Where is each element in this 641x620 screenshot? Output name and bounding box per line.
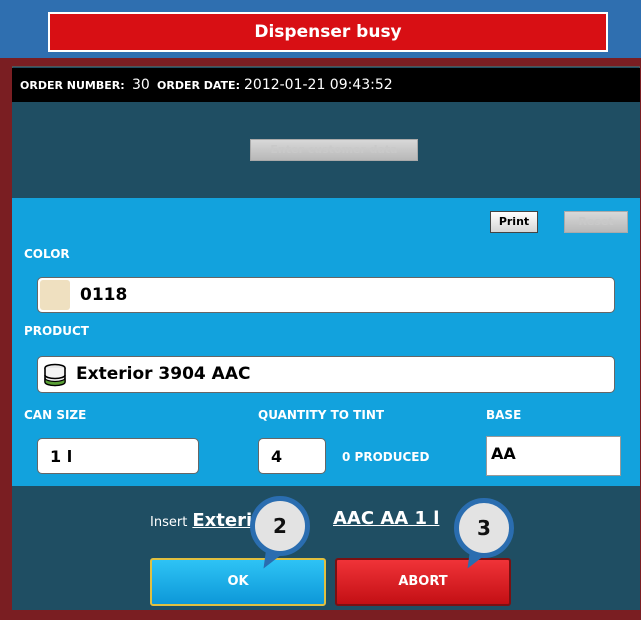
- produced-count: 0 PRODUCED: [342, 450, 430, 464]
- abort-button[interactable]: ABORT: [335, 558, 511, 606]
- base-field[interactable]: AA: [486, 436, 621, 476]
- color-field[interactable]: 0118: [37, 277, 615, 313]
- order-number-label: ORDER NUMBER:: [20, 79, 125, 92]
- can-size-label: CAN SIZE: [24, 408, 87, 422]
- product-label: PRODUCT: [24, 324, 89, 338]
- instruction-product-part2-wrap: AAC AA 1 l: [333, 508, 439, 529]
- can-size-field[interactable]: 1 l: [37, 438, 199, 474]
- insert-instruction: Insert Exteri: [150, 510, 252, 531]
- order-number-value: 30: [132, 77, 150, 93]
- can-size-value: 1 l: [50, 447, 73, 466]
- product-field[interactable]: Exterior 3904 AAC: [37, 356, 615, 393]
- step-marker-2: 2: [250, 496, 310, 556]
- can-icon: [42, 362, 68, 392]
- customer-section: Enter customer data: [12, 102, 640, 198]
- order-date-label: ORDER DATE:: [157, 79, 240, 92]
- color-label: COLOR: [24, 247, 70, 261]
- quantity-value: 4: [271, 447, 283, 466]
- order-info-bar: ORDER NUMBER: 30 ORDER DATE: 2012-01-21 …: [12, 68, 640, 102]
- step-marker-3: 3: [454, 498, 514, 558]
- instruction-product-part2: AAC AA 1 l: [333, 508, 440, 529]
- order-form: Print Reset COLOR 0118 PRODUCT Exterior …: [12, 198, 640, 486]
- base-value: AA: [491, 444, 516, 463]
- quantity-label: QUANTITY TO TINT: [258, 408, 385, 422]
- insert-prefix: Insert: [150, 515, 188, 530]
- ok-button[interactable]: OK: [150, 558, 326, 606]
- order-date-value: 2012-01-21 09:43:52: [244, 77, 393, 93]
- color-swatch: [40, 280, 70, 310]
- print-button[interactable]: Print: [490, 211, 538, 233]
- dialog-title: Dispenser busy: [48, 12, 608, 52]
- action-section: [12, 486, 640, 610]
- color-value: 0118: [80, 285, 128, 305]
- base-label: BASE: [486, 408, 522, 422]
- enter-customer-data-button[interactable]: Enter customer data: [250, 139, 418, 161]
- product-value: Exterior 3904 AAC: [76, 364, 251, 384]
- reset-button[interactable]: Reset: [564, 211, 628, 233]
- quantity-field[interactable]: 4: [258, 438, 326, 474]
- instruction-product-part1: Exteri: [192, 510, 253, 531]
